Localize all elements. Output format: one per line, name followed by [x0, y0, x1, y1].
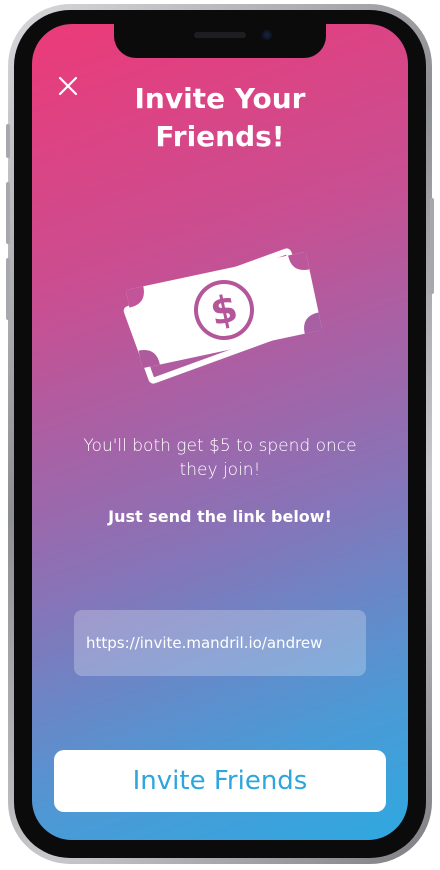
money-bills-icon: $: [123, 248, 323, 384]
notch: [114, 24, 326, 58]
volume-down-button: [6, 258, 10, 320]
speaker-grille: [194, 32, 246, 38]
instruction-text: Just send the link below!: [108, 507, 332, 526]
invite-link-text: https://invite.mandril.io/andrew: [86, 634, 323, 652]
volume-up-button: [6, 182, 10, 244]
front-camera: [262, 30, 272, 40]
reward-description: You'll both get $5 to spend once they jo…: [83, 436, 357, 480]
power-button: [430, 198, 434, 294]
money-illustration: $: [114, 234, 326, 394]
mute-switch: [6, 124, 10, 158]
page-title: Invite Your Friends!: [134, 82, 306, 153]
invite-friends-button[interactable]: Invite Friends: [54, 750, 386, 812]
invite-screen: Invite Your Friends! $ You'll both get $…: [32, 24, 408, 840]
invite-link-field[interactable]: https://invite.mandril.io/andrew: [74, 610, 366, 676]
